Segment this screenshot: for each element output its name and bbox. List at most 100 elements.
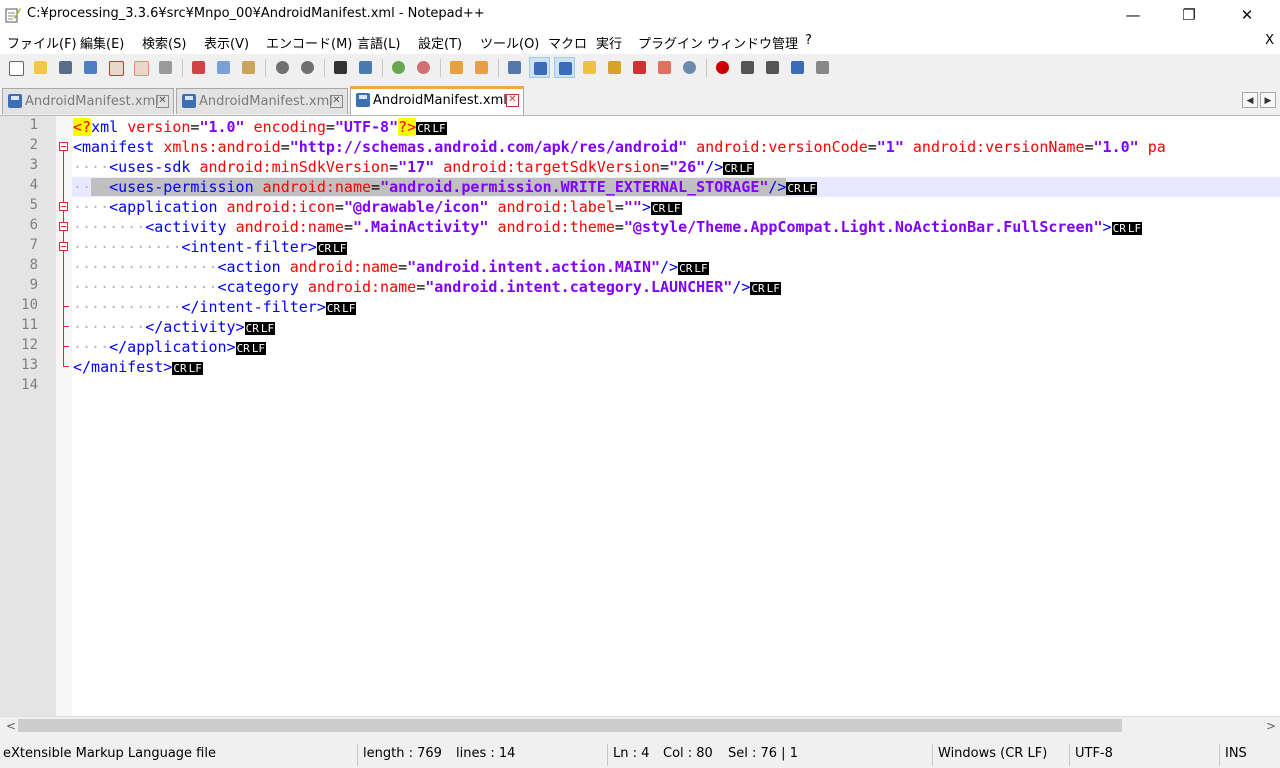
run-macro-multiple-button[interactable] [787, 57, 808, 78]
file-save-icon [8, 94, 22, 108]
attr-name: android:name [307, 278, 417, 296]
tab-androidmanifest-1[interactable]: AndroidManifest.xml ✕ [2, 88, 174, 114]
folder-workspace-button[interactable] [654, 57, 675, 78]
attr-name: xmlns:android [163, 138, 281, 156]
status-separator [607, 744, 608, 766]
tag-name: <uses-permission [109, 178, 254, 196]
scroll-left-icon[interactable]: < [6, 719, 16, 733]
replace-button[interactable] [355, 57, 376, 78]
attr-value: "" [623, 198, 642, 216]
close-file-button[interactable] [105, 57, 126, 78]
menu-settings[interactable]: 設定(T) [418, 33, 462, 52]
show-all-chars-button[interactable] [529, 57, 550, 78]
undo-button[interactable] [272, 57, 293, 78]
attr-value: "@drawable/icon" [343, 198, 489, 216]
cut-button[interactable] [188, 57, 209, 78]
play-icon [766, 61, 779, 74]
function-list-button[interactable] [629, 57, 650, 78]
menu-close-document[interactable]: X [1265, 33, 1274, 48]
tab-close-icon[interactable]: ✕ [330, 95, 343, 108]
tab-androidmanifest-2[interactable]: AndroidManifest.xml ✕ [176, 88, 348, 114]
save-macro-button[interactable] [812, 57, 833, 78]
fold-toggle-icon[interactable] [59, 202, 68, 211]
define-language-button[interactable] [579, 57, 600, 78]
save-button[interactable] [55, 57, 76, 78]
menu-language[interactable]: 言語(L) [357, 33, 400, 52]
editor-area[interactable]: 1 2 3 4 5 6 7 8 9 10 11 12 13 14 <?xml v… [0, 116, 1280, 716]
scroll-right-icon[interactable]: > [1266, 719, 1276, 733]
toolbar-separator [706, 59, 707, 77]
status-eol-format[interactable]: Windows (CR LF) [938, 746, 1047, 761]
status-encoding[interactable]: UTF-8 [1075, 746, 1113, 761]
menu-run[interactable]: 実行 [596, 33, 622, 52]
zoom-out-button[interactable] [413, 57, 434, 78]
function-list-icon [633, 61, 646, 74]
code-line-8: ················<action android:name="an… [73, 258, 709, 276]
eol-cr-marker: CR [416, 122, 432, 135]
save-all-button[interactable] [80, 57, 101, 78]
menu-plugins[interactable]: プラグイン [638, 33, 703, 52]
copy-button[interactable] [213, 57, 234, 78]
paste-button[interactable] [238, 57, 259, 78]
menu-file[interactable]: ファイル(F) [7, 33, 77, 52]
zoom-in-button[interactable] [388, 57, 409, 78]
status-separator [1219, 744, 1220, 766]
menu-window[interactable]: ウィンドウ管理 [707, 33, 798, 52]
close-all-button[interactable] [130, 57, 151, 78]
tab-scroll-left-icon[interactable]: ◀ [1242, 92, 1258, 108]
eol-cr-marker: CR [235, 342, 251, 355]
scrollbar-thumb[interactable] [18, 719, 1122, 732]
eol-lf-marker: LF [801, 182, 817, 195]
tab-scroll-right-icon[interactable]: ▶ [1260, 92, 1276, 108]
monitoring-button[interactable] [679, 57, 700, 78]
tag-name: <uses-sdk [109, 158, 191, 176]
minimize-button[interactable]: — [1104, 0, 1162, 30]
eol-lf-marker: LF [250, 342, 267, 355]
file-save-icon [182, 94, 196, 108]
horizontal-scrollbar[interactable]: < > [0, 716, 1280, 734]
menu-edit[interactable]: 編集(E) [80, 33, 124, 52]
attr-value: "android.intent.category.LAUNCHER" [425, 278, 733, 296]
menu-view[interactable]: 表示(V) [204, 33, 249, 52]
eol-lf-marker: LF [431, 122, 447, 135]
menu-encoding[interactable]: エンコード(M) [266, 33, 352, 52]
line-number: 6 [29, 217, 38, 233]
find-button[interactable] [330, 57, 351, 78]
word-wrap-button[interactable] [504, 57, 525, 78]
record-macro-button[interactable] [712, 57, 733, 78]
code-line-10: ············</intent-filter>CR LF [73, 298, 357, 316]
tab-close-icon[interactable]: ✕ [156, 95, 169, 108]
window-title: C:¥processing_3.3.6¥src¥Mnpo_00¥AndroidM… [27, 6, 485, 21]
menu-search[interactable]: 検索(S) [142, 33, 186, 52]
doc-map-button[interactable] [604, 57, 625, 78]
stop-macro-button[interactable] [737, 57, 758, 78]
code-line-5: ····<application android:icon="@drawable… [73, 198, 682, 216]
fold-toggle-icon[interactable] [59, 242, 68, 251]
fold-toggle-icon[interactable] [59, 222, 68, 231]
folder-icon [658, 61, 671, 74]
line-number: 5 [29, 197, 38, 213]
sync-vertical-button[interactable] [446, 57, 467, 78]
attr-value: "17" [398, 158, 435, 176]
stop-icon [741, 61, 754, 74]
play-macro-button[interactable] [762, 57, 783, 78]
redo-button[interactable] [297, 57, 318, 78]
attr-name: android:name [262, 178, 372, 196]
attr-name: android:targetSdkVersion [443, 158, 661, 176]
close-window-button[interactable]: ✕ [1218, 0, 1276, 30]
tab-close-icon[interactable]: ✕ [506, 94, 519, 107]
print-button[interactable] [155, 57, 176, 78]
tab-androidmanifest-active[interactable]: AndroidManifest.xml ✕ [350, 86, 524, 115]
indent-guide-button[interactable] [554, 57, 575, 78]
sync-horizontal-button[interactable] [471, 57, 492, 78]
new-file-button[interactable] [5, 57, 26, 78]
menu-help[interactable]: ? [805, 33, 812, 48]
fold-toggle-icon[interactable] [59, 142, 68, 151]
line-number: 3 [29, 157, 38, 173]
menu-tools[interactable]: ツール(O) [480, 33, 539, 52]
close-all-icon [134, 61, 149, 76]
menu-macro[interactable]: マクロ [548, 33, 587, 52]
close-file-icon [109, 61, 124, 76]
restore-button[interactable]: ❐ [1160, 0, 1218, 30]
open-file-button[interactable] [30, 57, 51, 78]
